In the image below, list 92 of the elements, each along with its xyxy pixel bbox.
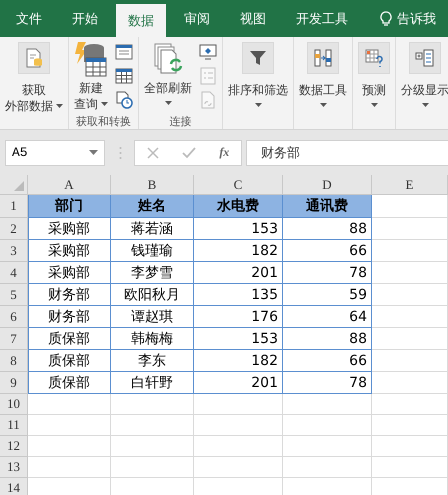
table-cell: 李梦雪 xyxy=(111,262,194,284)
table-cell: 201 xyxy=(194,372,283,394)
row-header[interactable]: 6 xyxy=(0,306,28,328)
table-cell: 78 xyxy=(283,372,372,394)
table-cell: 78 xyxy=(283,262,372,284)
table-cell: 韩梅梅 xyxy=(111,328,194,350)
header-cell: 部门 xyxy=(28,195,111,218)
name-box[interactable]: A5 xyxy=(5,140,105,166)
checkmark-icon xyxy=(182,146,196,158)
group-label: 连接 xyxy=(168,114,192,129)
ribbon-button[interactable]: 排序和筛选 xyxy=(226,40,290,112)
screen-icon xyxy=(199,44,217,60)
table-cell: 66 xyxy=(283,240,372,262)
table-cell: 财务部 xyxy=(28,306,111,328)
column-header[interactable]: E xyxy=(372,175,448,195)
table-icon xyxy=(115,68,133,84)
table-icon xyxy=(115,44,133,60)
ribbon-small-button[interactable] xyxy=(113,66,135,86)
table-cell: 欧阳秋月 xyxy=(111,284,194,306)
column-header[interactable]: D xyxy=(283,175,372,195)
forecast-sheet-icon xyxy=(364,48,384,68)
table-cell: 蒋若涵 xyxy=(111,218,194,240)
table-cell: 白轩野 xyxy=(111,372,194,394)
table-cell: 182 xyxy=(194,240,283,262)
data-tools-icon xyxy=(313,48,333,68)
ribbon-tab[interactable]: 视图 xyxy=(228,0,278,37)
table-cell: 201 xyxy=(194,262,283,284)
table-cell: 李东 xyxy=(111,350,194,372)
ribbon-button[interactable]: 新建 查询 xyxy=(72,40,110,114)
row-header[interactable]: 7 xyxy=(0,328,28,350)
filter-icon xyxy=(249,49,267,67)
insert-function-button[interactable]: fx xyxy=(219,142,230,162)
table-cell: 66 xyxy=(283,350,372,372)
row-header[interactable]: 11 xyxy=(0,415,28,436)
table-cell: 135 xyxy=(194,284,283,306)
ribbon-button[interactable]: 全部刷新 xyxy=(142,40,194,114)
dropdown-arrow-icon xyxy=(89,150,98,155)
row-header[interactable]: 12 xyxy=(0,436,28,457)
properties-icon xyxy=(200,67,216,85)
row-header[interactable]: 4 xyxy=(0,262,28,284)
table-cell: 钱瑾瑜 xyxy=(111,240,194,262)
table-cell: 质保部 xyxy=(28,328,111,350)
table-cell: 谭赵琪 xyxy=(111,306,194,328)
outline-icon xyxy=(415,48,435,68)
header-cell: 姓名 xyxy=(111,195,194,218)
ribbon-button[interactable]: 数据工具 xyxy=(297,40,349,112)
ribbon-button[interactable]: 预测 xyxy=(356,40,392,112)
row-header[interactable]: 9 xyxy=(0,372,28,394)
table-cell: 财务部 xyxy=(28,284,111,306)
ribbon-small-button[interactable] xyxy=(197,42,219,62)
ribbon-tab[interactable]: 文件 xyxy=(4,0,54,37)
table-cell: 59 xyxy=(283,284,372,306)
column-header[interactable]: B xyxy=(111,175,194,195)
tell-me-button[interactable]: 告诉我 xyxy=(380,0,436,37)
row-header[interactable]: 10 xyxy=(0,394,28,415)
row-header[interactable]: 2 xyxy=(0,218,28,240)
table-cell: 88 xyxy=(283,328,372,350)
ribbon-button[interactable]: 获取 外部数据 xyxy=(3,40,65,114)
table-cell: 153 xyxy=(194,328,283,350)
document-clock-icon xyxy=(115,91,133,109)
table-cell: 153 xyxy=(194,218,283,240)
ribbon-small-button[interactable] xyxy=(113,42,135,62)
group-label: 获取和转换 xyxy=(75,114,132,129)
row-header[interactable]: 5 xyxy=(0,284,28,306)
linked-document-icon xyxy=(200,91,216,109)
table-cell: 182 xyxy=(194,350,283,372)
lightbulb-icon xyxy=(380,10,392,26)
formula-field[interactable]: 财务部 xyxy=(246,140,448,166)
select-all-icon xyxy=(14,181,24,191)
table-cell: 88 xyxy=(283,218,372,240)
table-cell: 采购部 xyxy=(28,262,111,284)
ribbon-tab[interactable]: 数据 xyxy=(116,4,166,37)
header-cell: 通讯费 xyxy=(283,195,372,218)
ribbon-tab[interactable]: 审阅 xyxy=(172,0,222,37)
table-cell: 176 xyxy=(194,306,283,328)
ribbon-tab[interactable]: 开始 xyxy=(60,0,110,37)
row-header[interactable]: 1 xyxy=(0,195,28,218)
table-cell: 质保部 xyxy=(28,372,111,394)
row-header[interactable]: 8 xyxy=(0,350,28,372)
row-header[interactable]: 14 xyxy=(0,478,28,495)
header-cell: 水电费 xyxy=(194,195,283,218)
table-cell: 采购部 xyxy=(28,218,111,240)
column-header[interactable]: A xyxy=(28,175,111,195)
table-cell: 质保部 xyxy=(28,350,111,372)
table-cell: 采购部 xyxy=(28,240,111,262)
close-icon xyxy=(146,146,159,158)
row-header[interactable]: 3 xyxy=(0,240,28,262)
ribbon-tab[interactable]: 开发工具 xyxy=(284,0,360,37)
row-header[interactable]: 13 xyxy=(0,457,28,478)
column-header[interactable]: C xyxy=(194,175,283,195)
grip-icon xyxy=(119,146,122,160)
table-cell: 64 xyxy=(283,306,372,328)
